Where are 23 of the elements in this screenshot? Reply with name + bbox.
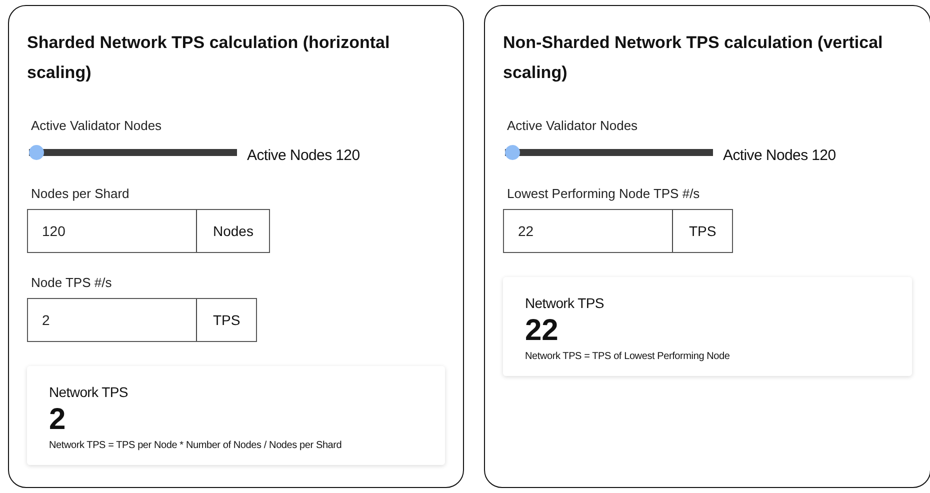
result-label: Network TPS bbox=[49, 384, 129, 400]
number-field[interactable]: 22 TPS bbox=[503, 209, 734, 253]
field-label: Nodes per Shard bbox=[31, 186, 130, 201]
field-label: Node TPS #/s bbox=[31, 275, 113, 290]
slider-reading: Active Nodes 120 bbox=[723, 147, 836, 164]
field-label: Lowest Performing Node TPS #/s bbox=[507, 186, 701, 201]
result-formula: Network TPS = TPS per Node * Number of Nodes / Nodes per Shard bbox=[49, 440, 343, 451]
unit-label: TPS bbox=[212, 311, 242, 330]
slider-thumb[interactable] bbox=[505, 145, 520, 160]
slider-thumb[interactable] bbox=[29, 145, 44, 160]
card-title: Non-Sharded Network TPS calculation (vertical scaling) bbox=[503, 32, 884, 84]
slider-reading: Active Nodes 120 bbox=[247, 147, 360, 164]
result-formula: Network TPS = TPS of Lowest Performing Node bbox=[525, 351, 731, 362]
unit-label: TPS bbox=[688, 222, 718, 241]
slider-label: Active Validator Nodes bbox=[507, 118, 639, 133]
slider-label: Active Validator Nodes bbox=[31, 118, 163, 133]
card-title: Sharded Network TPS calculation (horizontal scaling) bbox=[27, 32, 391, 84]
number-field[interactable]: 2 TPS bbox=[27, 298, 258, 342]
number-field[interactable]: 120 Nodes bbox=[27, 209, 270, 253]
result-value: 2 bbox=[49, 404, 67, 436]
result-label: Network TPS bbox=[525, 295, 605, 311]
unit-label: Nodes bbox=[212, 222, 254, 241]
result-value: 22 bbox=[525, 315, 560, 347]
